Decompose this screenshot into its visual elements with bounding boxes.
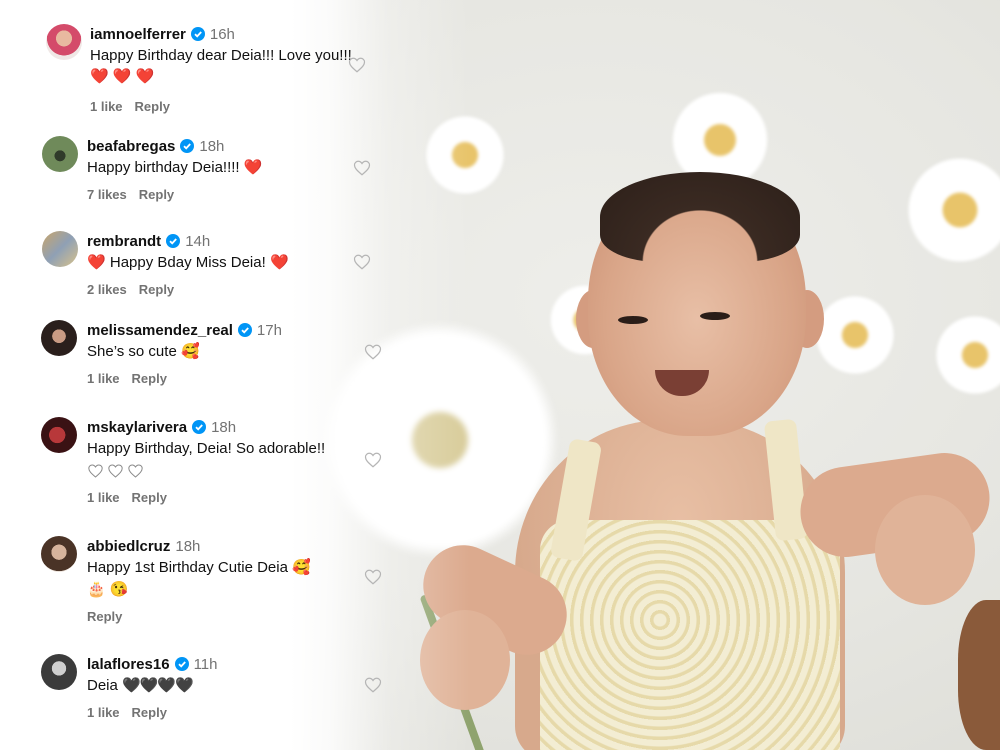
- white-heart-icon: [128, 464, 143, 478]
- timestamp[interactable]: 18h: [199, 138, 224, 155]
- smiling-hearts-emoji: 🥰: [180, 343, 200, 360]
- timestamp[interactable]: 17h: [257, 322, 282, 339]
- reply-button[interactable]: Reply: [132, 371, 167, 386]
- verified-badge-icon: [237, 323, 252, 337]
- avatar[interactable]: [41, 654, 77, 690]
- username[interactable]: rembrandt: [87, 233, 161, 250]
- avatar[interactable]: [42, 136, 78, 172]
- avatar[interactable]: [46, 24, 82, 60]
- comment-text: Happy Birthday dear Deia!!! Love you!!! …: [90, 47, 352, 85]
- reply-button[interactable]: Reply: [87, 609, 122, 624]
- avatar[interactable]: [41, 320, 77, 356]
- reply-button[interactable]: Reply: [139, 282, 174, 297]
- black-hearts-emoji: 🖤🖤🖤🖤: [122, 677, 194, 694]
- like-heart-icon[interactable]: [364, 451, 382, 469]
- username[interactable]: melissamendez_real: [87, 322, 233, 339]
- likes-count[interactable]: 1 like: [87, 705, 120, 720]
- reply-button[interactable]: Reply: [135, 99, 170, 114]
- like-heart-icon[interactable]: [364, 568, 382, 586]
- timestamp[interactable]: 18h: [211, 419, 236, 436]
- like-heart-icon[interactable]: [353, 253, 371, 271]
- cake-kiss-emojis: 🎂 😘: [87, 581, 129, 598]
- timestamp[interactable]: 18h: [175, 538, 200, 555]
- likes-count[interactable]: 1 like: [87, 490, 120, 505]
- verified-badge-icon: [180, 139, 195, 153]
- comment-text: Deia 🖤🖤🖤🖤: [87, 677, 194, 694]
- verified-badge-icon: [174, 657, 189, 671]
- heart-emoji: ❤️: [87, 254, 106, 271]
- likes-count[interactable]: 7 likes: [87, 187, 127, 202]
- likes-count[interactable]: 1 like: [87, 371, 120, 386]
- reply-button[interactable]: Reply: [132, 490, 167, 505]
- comment-text: Happy Birthday, Deia! So adorable!!: [87, 440, 326, 457]
- verified-badge-icon: [166, 234, 181, 248]
- avatar[interactable]: [41, 536, 77, 572]
- white-heart-icon: [88, 464, 103, 478]
- outline-hearts: [87, 460, 387, 481]
- likes-count[interactable]: 2 likes: [87, 282, 127, 297]
- heart-emoji: ❤️: [243, 159, 263, 176]
- comment-text: Happy 1st Birthday Cutie Deia 🥰: [87, 559, 311, 576]
- timestamp[interactable]: 16h: [210, 26, 235, 43]
- username[interactable]: abbiedlcruz: [87, 538, 170, 555]
- username[interactable]: lalaflores16: [87, 656, 170, 673]
- comment-text: ❤️ Happy Bday Miss Deia! ❤️: [87, 254, 289, 271]
- like-heart-icon[interactable]: [364, 343, 382, 361]
- reply-button[interactable]: Reply: [139, 187, 174, 202]
- like-heart-icon[interactable]: [353, 159, 371, 177]
- like-heart-icon[interactable]: [364, 676, 382, 694]
- heart-emoji: ❤️: [269, 254, 289, 271]
- username[interactable]: iamnoelferrer: [90, 26, 186, 43]
- like-heart-icon[interactable]: [348, 56, 366, 74]
- likes-count[interactable]: 1 like: [90, 99, 123, 114]
- heart-emoji: ❤️ ❤️ ❤️: [90, 68, 155, 85]
- verified-badge-icon: [192, 420, 207, 434]
- reply-button[interactable]: Reply: [132, 705, 167, 720]
- username[interactable]: mskaylarivera: [87, 419, 187, 436]
- timestamp[interactable]: 14h: [185, 233, 210, 250]
- white-heart-icon: [108, 464, 123, 478]
- smiling-hearts-emoji: 🥰: [292, 559, 311, 576]
- avatar[interactable]: [42, 231, 78, 267]
- comment-text: Happy birthday Deia!!!! ❤️: [87, 159, 263, 176]
- timestamp[interactable]: 11h: [194, 656, 218, 673]
- comments-list: iamnoelferrer 16h Happy Birthday dear De…: [0, 0, 400, 750]
- verified-badge-icon: [190, 27, 205, 41]
- comment-text: She’s so cute 🥰: [87, 343, 200, 360]
- username[interactable]: beafabregas: [87, 138, 175, 155]
- avatar[interactable]: [41, 417, 77, 453]
